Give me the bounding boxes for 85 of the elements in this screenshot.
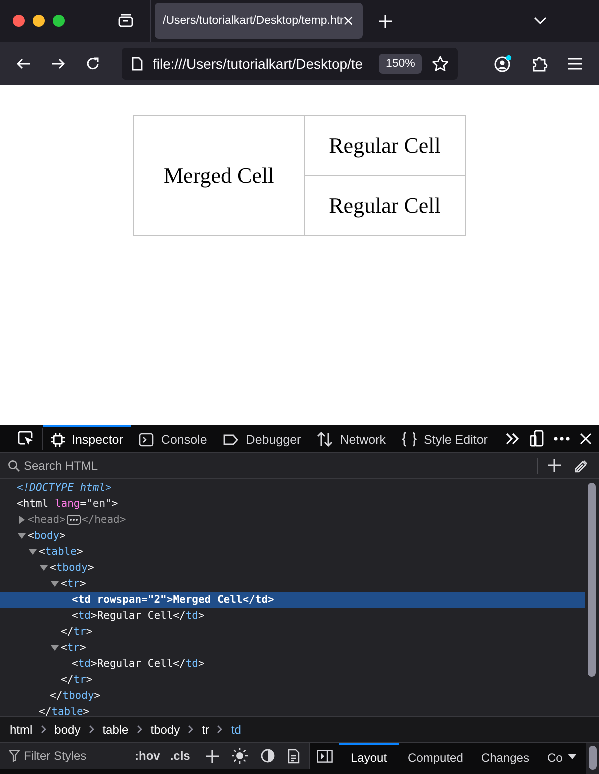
disclosure-triangle-icon[interactable] — [51, 580, 59, 588]
markup-line[interactable]: </tr> — [0, 672, 585, 688]
reload-icon[interactable] — [86, 56, 100, 70]
markup-line[interactable]: <html lang="en"> — [0, 496, 585, 512]
table-cell: Merged Cell — [134, 116, 305, 236]
address-bar[interactable]: file:///Users/tutorialkart/Desktop/te 150% — [122, 48, 458, 80]
add-rule-icon[interactable] — [206, 750, 220, 762]
disclosure-triangle-icon[interactable] — [51, 644, 59, 652]
chevron-right-icon — [188, 725, 194, 734]
breadcrumb-item[interactable]: tbody — [150, 722, 180, 736]
breadcrumb-item[interactable]: td — [231, 722, 242, 736]
devtools-tab[interactable]: Style Editor — [394, 425, 496, 452]
sidebar-tab[interactable]: Co — [538, 743, 565, 770]
markup-line[interactable]: </table> — [0, 704, 585, 716]
markup-line[interactable]: <td>Regular Cell</td> — [0, 608, 585, 624]
sidebar-tab[interactable]: Computed — [399, 743, 472, 770]
chevron-right-icon — [136, 725, 143, 734]
disclosure-triangle-icon[interactable] — [18, 516, 26, 524]
sidebar-tab[interactable]: Layout — [339, 743, 400, 770]
classes-button[interactable]: .cls — [167, 749, 194, 763]
sidebar-toggle-icon[interactable] — [317, 750, 333, 763]
breadcrumb-item[interactable]: tr — [202, 722, 210, 736]
devtools-tab[interactable]: Debugger — [215, 425, 310, 452]
more-tabs-icon[interactable] — [506, 432, 520, 444]
filter-styles-field[interactable]: Filter Styles — [24, 749, 128, 763]
markup-line[interactable]: <body> — [0, 528, 585, 544]
close-icon[interactable] — [580, 432, 592, 444]
browser-tab[interactable]: /Users/tutorialkart/Desktop/temp.htr — [155, 3, 363, 39]
chip-icon — [51, 432, 65, 446]
markup-line[interactable]: <tr> — [0, 576, 585, 592]
add-node-icon[interactable] — [548, 459, 561, 472]
up-down-arrows-icon — [317, 432, 334, 447]
markup-line[interactable]: <td>Regular Cell</td> — [0, 656, 585, 672]
console-icon — [139, 432, 154, 446]
table-cell: Regular Cell — [304, 176, 466, 236]
minimize-window-button[interactable] — [33, 15, 45, 27]
disclosure-triangle-icon[interactable] — [40, 564, 48, 572]
ellipsis-icon[interactable] — [66, 515, 81, 525]
close-icon[interactable] — [344, 16, 353, 26]
tag-icon — [223, 434, 240, 446]
markup-line[interactable]: <!DOCTYPE html> — [0, 480, 585, 496]
account-icon[interactable] — [494, 54, 512, 72]
breadcrumb-item[interactable]: html — [10, 722, 33, 736]
chevron-down-icon[interactable] — [534, 17, 547, 25]
markup-line[interactable]: <head> </head> — [0, 512, 585, 528]
menu-icon[interactable] — [568, 58, 582, 70]
puzzle-piece-icon[interactable] — [532, 55, 548, 72]
zoom-level-button[interactable]: 150% — [379, 54, 422, 74]
star-icon[interactable] — [432, 56, 450, 72]
sidebar-tab[interactable]: Changes — [472, 743, 538, 770]
maximize-window-button[interactable] — [53, 15, 65, 27]
sun-icon[interactable] — [232, 748, 248, 764]
chevron-right-icon — [217, 725, 224, 734]
contrast-icon[interactable] — [261, 749, 276, 763]
markup-line[interactable]: </tr> — [0, 624, 585, 640]
search-field[interactable]: Search HTML — [24, 458, 533, 472]
tab-overview-icon[interactable] — [118, 14, 134, 28]
chevron-right-icon — [40, 725, 47, 734]
breadcrumb-item[interactable]: table — [102, 722, 129, 736]
chevron-right-icon — [88, 725, 95, 734]
markup-line[interactable]: <tbody> — [0, 560, 585, 576]
filter-icon — [9, 750, 20, 762]
page-icon — [132, 56, 143, 70]
disclosure-triangle-icon[interactable] — [29, 548, 37, 556]
document-icon[interactable] — [288, 748, 300, 764]
element-picker-icon[interactable] — [18, 431, 34, 446]
table-cell: Regular Cell — [304, 116, 466, 176]
braces-icon — [402, 432, 418, 447]
scrollbar-thumb[interactable] — [588, 483, 596, 677]
close-window-button[interactable] — [13, 15, 25, 27]
devtools-tab[interactable]: Network — [309, 425, 394, 452]
disclosure-triangle-icon[interactable] — [18, 532, 26, 540]
markup-line[interactable]: <table> — [0, 544, 585, 560]
search-icon — [8, 460, 20, 472]
more-options-icon[interactable] — [554, 436, 570, 440]
new-tab-icon[interactable] — [379, 14, 392, 28]
responsive-design-icon[interactable] — [530, 430, 544, 447]
devtools-tab[interactable]: Console — [131, 425, 216, 452]
markup-line[interactable]: </tbody> — [0, 688, 585, 704]
forward-icon[interactable] — [51, 58, 66, 70]
breadcrumb-item[interactable]: body — [54, 722, 81, 736]
markup-line[interactable]: <tr> — [0, 640, 585, 656]
back-icon[interactable] — [16, 58, 31, 70]
hover-state-button[interactable]: :hov — [132, 749, 164, 763]
scrollbar-thumb[interactable] — [588, 746, 596, 770]
